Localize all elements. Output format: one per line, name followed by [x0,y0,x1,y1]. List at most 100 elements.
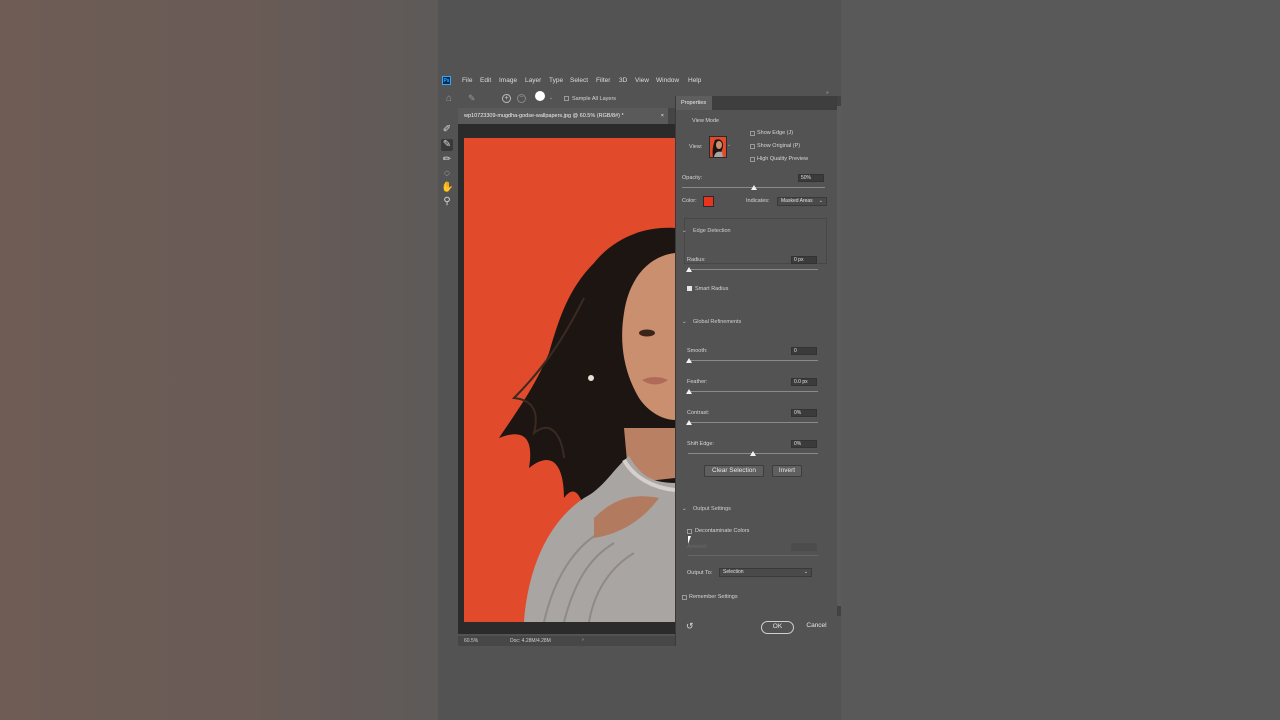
brush-tool-icon[interactable]: ✏ [441,154,453,166]
brush-size-icon[interactable] [535,91,545,101]
panel-tab-strip [712,96,838,110]
contrast-slider-track[interactable] [688,422,818,423]
shift-edge-slider-thumb[interactable] [750,451,756,456]
color-label: Color: [682,198,697,204]
show-original-checkbox[interactable] [750,144,755,149]
document-tab-bar: wp10723309-mugdha-godse-wallpapers.jpg @… [458,108,675,124]
opacity-label: Opacity: [682,175,703,181]
contrast-field[interactable]: 0% [791,409,817,417]
radius-slider-track[interactable] [688,269,818,270]
quick-selection-tool-icon[interactable]: ✐ [441,124,453,136]
opacity-slider-thumb[interactable] [751,185,757,190]
output-to-dropdown[interactable]: Selection ⌄ [719,568,812,577]
decontaminate-colors-label: Decontaminate Colors [695,528,750,534]
menu-window[interactable]: Window [656,77,679,84]
contrast-label: Contrast: [687,410,710,416]
edge-detection-heading[interactable]: Edge Detection [693,228,731,234]
remember-settings-checkbox[interactable] [682,595,687,600]
add-to-selection-icon[interactable]: + [502,94,511,103]
smart-radius-checkbox[interactable] [687,286,692,291]
output-settings-heading[interactable]: Output Settings [693,506,731,512]
menu-3d[interactable]: 3D [619,77,627,84]
reset-icon[interactable]: ↺ [686,621,694,632]
opacity-field[interactable]: 50% [798,174,824,182]
chevron-down-icon: ⌄ [803,569,808,575]
background-left [0,0,438,720]
feather-field[interactable]: 0.0 px [791,378,817,386]
remember-settings-label: Remember Settings [689,594,738,600]
doc-info: Doc: 4.28M/4.28M [510,638,551,644]
indicates-dropdown[interactable]: Masked Areas ⌄ [777,197,827,206]
canvas-area[interactable] [458,124,675,634]
view-thumbnail[interactable] [709,136,727,158]
smooth-field[interactable]: 0 [791,347,817,355]
color-swatch[interactable] [703,196,714,207]
properties-tab[interactable]: Properties [676,96,712,110]
amount-label: Amount: [687,544,708,550]
menu-bar: Ps File Edit Image Layer Type Select Fil… [438,74,841,88]
close-tab-icon[interactable]: × [661,108,664,124]
shift-edge-field[interactable]: 0% [791,440,817,448]
invert-button[interactable]: Invert [772,465,802,477]
home-icon[interactable]: ⌂ [446,93,452,104]
sample-all-layers-checkbox[interactable] [564,96,569,101]
menu-edit[interactable]: Edit [480,77,491,84]
view-thumbnail-image [712,139,723,157]
indicates-value: Masked Areas [781,198,813,204]
radius-slider-thumb[interactable] [686,267,692,272]
document-tab[interactable]: wp10723309-mugdha-godse-wallpapers.jpg @… [458,108,668,124]
menu-select[interactable]: Select [570,77,588,84]
status-arrow-icon[interactable]: › [582,637,584,643]
subtract-from-selection-icon[interactable]: − [517,94,526,103]
chevron-down-icon[interactable]: ⌄ [549,95,553,101]
menu-help[interactable]: Help [688,77,701,84]
toolbox: ✐ ✎ ✏ ◌ ✋ ⚲ [438,120,456,640]
menu-type[interactable]: Type [549,77,563,84]
contrast-slider-thumb[interactable] [686,420,692,425]
global-refinements-heading[interactable]: Global Refinements [693,319,741,325]
panel-scrollbar-thumb[interactable] [837,106,841,606]
options-bar: ⌂ ✎ + − ⌄ Sample All Layers [438,90,675,108]
global-refinements-chevron-icon[interactable]: ⌄ [682,319,687,325]
smooth-slider-thumb[interactable] [686,358,692,363]
background-right [841,0,1280,720]
zoom-level[interactable]: 60.5% [464,638,478,644]
clear-selection-button[interactable]: Clear Selection [704,465,764,477]
output-settings-chevron-icon[interactable]: ⌄ [682,506,687,512]
canvas-image[interactable] [464,138,675,622]
feather-slider-thumb[interactable] [686,389,692,394]
radius-field[interactable]: 0 px [791,256,817,264]
view-chevron-down-icon[interactable]: ⌄ [727,142,731,148]
lasso-tool-icon[interactable]: ◌ [441,168,453,180]
refine-edge-brush-tool-icon[interactable]: ✎ [441,139,453,151]
edge-detection-chevron-icon[interactable]: ⌄ [682,228,687,234]
menu-image[interactable]: Image [499,77,517,84]
hand-tool-icon[interactable]: ✋ [441,182,453,194]
smart-radius-label: Smart Radius [695,286,729,292]
zoom-tool-icon[interactable]: ⚲ [441,196,453,208]
feather-slider-track[interactable] [688,391,818,392]
collapse-panel-icon[interactable]: » [826,90,829,96]
photoshop-logo-icon: Ps [442,76,451,85]
show-original-label: Show Original (P) [757,143,801,149]
decontaminate-colors-checkbox[interactable] [687,529,692,534]
mouse-cursor-icon [688,536,691,544]
output-to-label: Output To: [687,570,713,576]
menu-file[interactable]: File [462,77,472,84]
chevron-down-icon: ⌄ [818,198,823,204]
ok-button[interactable]: OK [761,621,794,634]
radius-label: Radius: [687,257,706,263]
smooth-slider-track[interactable] [688,360,818,361]
cancel-button[interactable]: Cancel [802,621,831,634]
high-quality-preview-checkbox[interactable] [750,157,755,162]
portrait-photo [464,138,675,622]
refine-brush-icon[interactable]: ✎ [468,93,476,104]
menu-filter[interactable]: Filter [596,77,610,84]
menu-layer[interactable]: Layer [525,77,541,84]
menu-view[interactable]: View [635,77,649,84]
amount-field [791,543,817,551]
amount-slider-track [688,555,818,556]
show-edge-checkbox[interactable] [750,131,755,136]
panel-scrollbar[interactable] [837,96,841,616]
document-tab-title: wp10723309-mugdha-godse-wallpapers.jpg @… [464,113,624,119]
